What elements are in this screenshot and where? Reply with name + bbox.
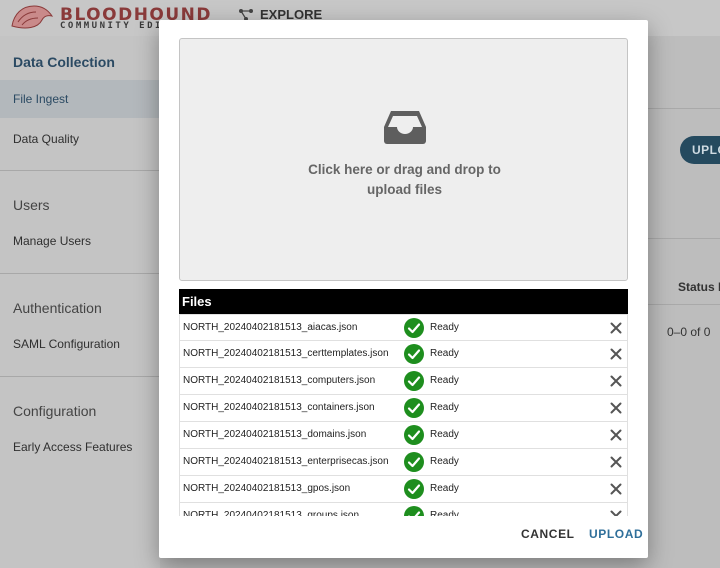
file-row: NORTH_20240402181513_certtemplates.json …	[179, 341, 628, 368]
file-row: NORTH_20240402181513_containers.json Rea…	[179, 395, 628, 422]
file-name: NORTH_20240402181513_enterprisecas.json	[183, 456, 389, 467]
file-name: NORTH_20240402181513_certtemplates.json	[183, 348, 389, 359]
file-row: NORTH_20240402181513_computers.json Read…	[179, 368, 628, 395]
inbox-tray-icon	[384, 111, 426, 144]
files-list-header: Files	[179, 289, 628, 314]
sidebar-item-saml-configuration[interactable]: SAML Configuration	[0, 325, 160, 363]
file-row: NORTH_20240402181513_groups.json Ready	[179, 503, 628, 516]
cancel-button[interactable]: CANCEL	[521, 527, 575, 541]
sidebar-divider	[0, 376, 160, 377]
file-status: Ready	[430, 375, 459, 386]
close-icon[interactable]	[610, 456, 622, 468]
sidebar-section-configuration: Configuration	[13, 403, 97, 419]
content-divider	[648, 304, 720, 305]
file-status: Ready	[430, 348, 459, 359]
file-status: Ready	[430, 402, 459, 413]
close-icon[interactable]	[610, 348, 622, 360]
file-name: NORTH_20240402181513_aiacas.json	[183, 322, 358, 333]
close-icon[interactable]	[610, 429, 622, 441]
dropzone-text-line2: upload files	[366, 182, 442, 197]
upload-files-button-background[interactable]: UPLO	[680, 136, 720, 164]
upload-files-dialog: Click here or drag and drop to upload fi…	[159, 20, 648, 558]
file-status: Ready	[430, 429, 459, 440]
check-circle-icon	[404, 398, 424, 418]
check-circle-icon	[404, 371, 424, 391]
file-name: NORTH_20240402181513_containers.json	[183, 402, 375, 413]
sidebar-item-file-ingest[interactable]: File Ingest	[0, 80, 160, 118]
check-circle-icon	[404, 479, 424, 499]
content-divider	[648, 238, 720, 239]
close-icon[interactable]	[610, 322, 622, 334]
close-icon[interactable]	[610, 375, 622, 387]
brand-subtitle: COMMUNITY EDI	[60, 21, 163, 31]
sidebar-item-early-access-features[interactable]: Early Access Features	[0, 428, 160, 466]
main-content-background	[648, 36, 720, 568]
sidebar-item-manage-users[interactable]: Manage Users	[0, 222, 160, 260]
sidebar-section-users: Users	[13, 197, 50, 213]
check-circle-icon	[404, 506, 424, 516]
sidebar-divider	[0, 273, 160, 274]
sidebar: Data Collection File Ingest Data Quality…	[0, 36, 160, 568]
file-status: Ready	[430, 322, 459, 333]
sidebar-section-authentication: Authentication	[13, 300, 102, 316]
check-circle-icon	[404, 425, 424, 445]
close-icon[interactable]	[610, 483, 622, 495]
file-name: NORTH_20240402181513_gpos.json	[183, 483, 351, 494]
file-list[interactable]: NORTH_20240402181513_aiacas.json Ready N…	[179, 314, 628, 516]
file-row: NORTH_20240402181513_domains.json Ready	[179, 422, 628, 449]
file-status: Ready	[430, 483, 459, 494]
file-row: NORTH_20240402181513_enterprisecas.json …	[179, 449, 628, 476]
close-icon[interactable]	[610, 510, 622, 516]
status-column-header: Status M	[678, 280, 720, 294]
file-row: NORTH_20240402181513_gpos.json Ready	[179, 476, 628, 503]
sidebar-section-data-collection: Data Collection	[13, 54, 115, 70]
file-name: NORTH_20240402181513_groups.json	[183, 510, 360, 516]
check-circle-icon	[404, 452, 424, 472]
dropzone-text: Click here or drag and drop to upload fi…	[180, 160, 629, 200]
file-status: Ready	[430, 456, 459, 467]
file-name: NORTH_20240402181513_computers.json	[183, 375, 376, 386]
check-circle-icon	[404, 344, 424, 364]
file-status: Ready	[430, 510, 459, 516]
close-icon[interactable]	[610, 402, 622, 414]
sidebar-divider	[0, 170, 160, 171]
pagination-text: 0–0 of 0	[667, 325, 711, 339]
sidebar-item-data-quality[interactable]: Data Quality	[0, 120, 160, 158]
content-divider	[648, 108, 720, 109]
upload-button[interactable]: UPLOAD	[589, 527, 643, 541]
bloodhound-logo-icon	[11, 5, 54, 29]
file-name: NORTH_20240402181513_domains.json	[183, 429, 367, 440]
file-row: NORTH_20240402181513_aiacas.json Ready	[179, 314, 628, 341]
file-dropzone[interactable]: Click here or drag and drop to upload fi…	[179, 38, 628, 281]
dropzone-text-line1: Click here or drag and drop to	[308, 162, 501, 177]
check-circle-icon	[404, 318, 424, 338]
